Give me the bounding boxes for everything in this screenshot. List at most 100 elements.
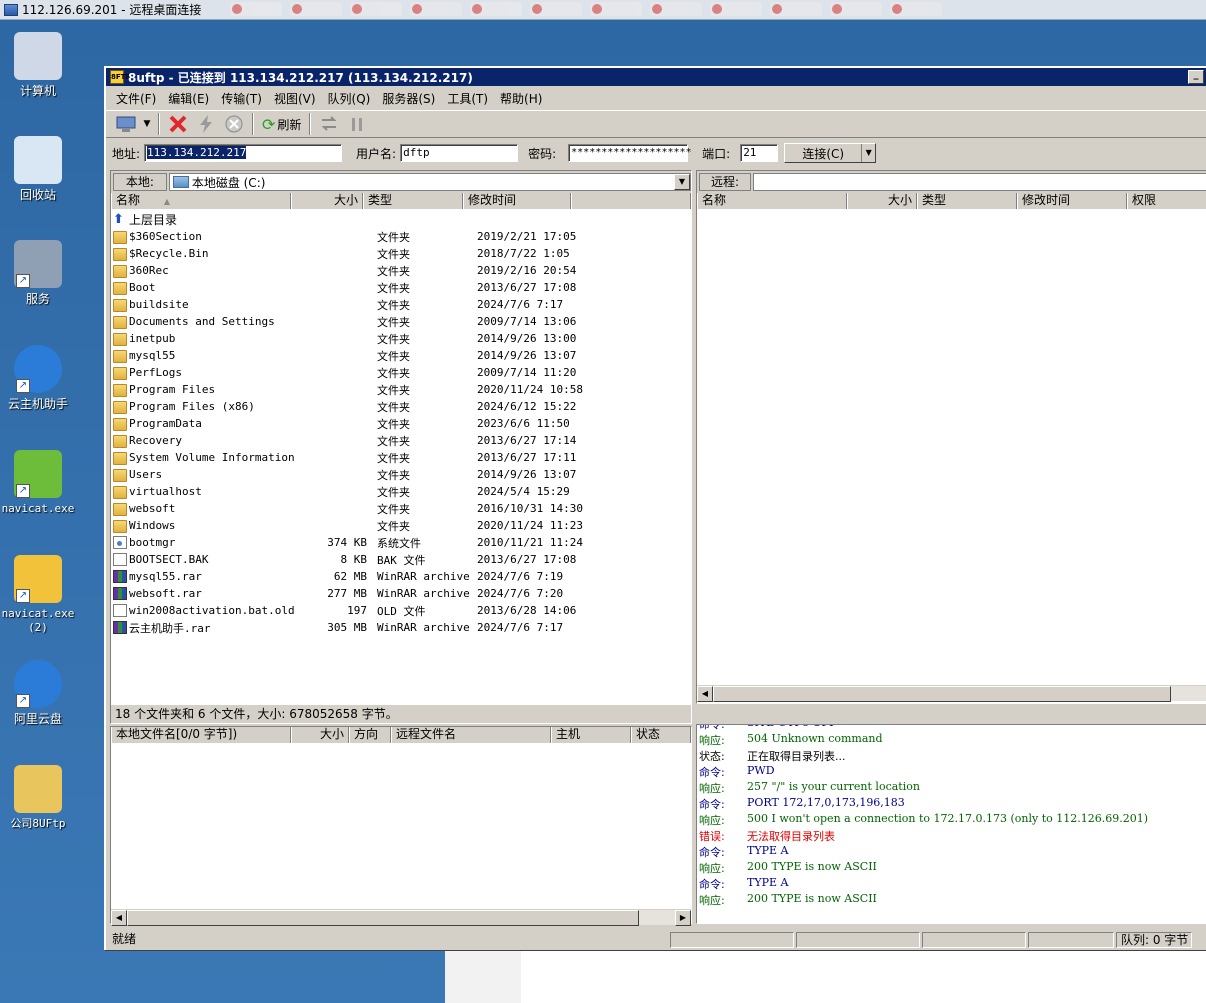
transfer-mode-button[interactable] (315, 112, 343, 136)
log-message: TYPE A (747, 876, 789, 889)
file-row[interactable]: Users 文件夹 2014/9/26 13:07 (113, 466, 597, 483)
col-remote-date[interactable]: 修改时间 (1017, 193, 1127, 209)
file-row[interactable]: Program Files (x86) 文件夹 2024/6/12 15:22 (113, 398, 597, 415)
desktop-icon[interactable]: 计算机 (0, 32, 76, 98)
desktop-icon[interactable]: ↗ navicat.exe (2) (0, 555, 76, 635)
file-row[interactable]: ProgramData 文件夹 2023/6/6 11:50 (113, 415, 597, 432)
menu-tools[interactable]: 工具(T) (441, 90, 494, 107)
password-input[interactable]: ******************** (568, 144, 692, 162)
col-queue-host[interactable]: 主机 (551, 727, 631, 743)
scroll-left-icon[interactable]: ◀ (111, 910, 127, 926)
toolbar-separator (252, 113, 254, 135)
file-row[interactable]: inetpub 文件夹 2014/9/26 13:00 (113, 330, 597, 347)
file-row[interactable]: virtualhost 文件夹 2024/5/4 15:29 (113, 483, 597, 500)
file-row[interactable]: System Volume Information 文件夹 2013/6/27 17… (113, 449, 597, 466)
menu-transfer[interactable]: 传输(T) (215, 90, 268, 107)
col-remote-size[interactable]: 大小 (847, 193, 917, 209)
file-row[interactable]: Boot 文件夹 2013/6/27 17:08 (113, 279, 597, 296)
log-kind: 响应: (699, 894, 725, 907)
file-row[interactable]: mysql55.rar 62 MB WinRAR archive 2024/7/6 7… (113, 568, 597, 585)
col-queue-remote[interactable]: 远程文件名 (391, 727, 551, 743)
file-row[interactable]: bootmgr 374 KB 系统文件 2010/11/21 11:24 (113, 534, 597, 551)
file-row[interactable]: Program Files 文件夹 2020/11/24 10:58 (113, 381, 597, 398)
desktop-icon[interactable]: ↗ 阿里云盘 (0, 660, 76, 726)
connect-button[interactable]: 连接(C) ▼ (784, 143, 877, 163)
chevron-down-icon[interactable]: ▼ (861, 144, 875, 162)
site-manager-button[interactable] (112, 112, 140, 136)
remote-pane: 远程: 名称 大小 类型 修改时间 权限 ◀ (696, 170, 1206, 704)
navicat-icon: ↗ (14, 450, 62, 498)
menu-edit[interactable]: 编辑(E) (162, 90, 215, 107)
file-row[interactable]: Windows 文件夹 2020/11/24 11:23 (113, 517, 597, 534)
col-date[interactable]: 修改时间 (463, 193, 571, 209)
menu-view[interactable]: 视图(V) (268, 90, 322, 107)
desktop-icon[interactable]: ↗ 服务 (0, 240, 76, 306)
stop-button[interactable] (220, 112, 248, 136)
file-row[interactable]: 360Rec 文件夹 2019/2/16 20:54 (113, 262, 597, 279)
col-remote-perm[interactable]: 权限 (1127, 193, 1206, 209)
drive-name: 本地磁盘 (C:) (191, 175, 266, 190)
chevron-down-icon[interactable]: ▼ (674, 174, 690, 190)
file-row[interactable]: Documents and Settings 文件夹 2009/7/14 13:06 (113, 313, 597, 330)
file-row[interactable]: buildsite 文件夹 2024/7/6 7:17 (113, 296, 597, 313)
scroll-thumb[interactable] (127, 910, 639, 926)
menu-server[interactable]: 服务器(S) (376, 90, 441, 107)
title-bar[interactable]: 8FTP 8uftp - 已连接到 113.134.212.217 (113.1… (106, 68, 1206, 86)
col-queue-status[interactable]: 状态 (631, 727, 691, 743)
status-cell (1028, 932, 1114, 948)
remote-path-input[interactable] (753, 173, 1206, 191)
col-remote-type[interactable]: 类型 (917, 193, 1017, 209)
menu-help[interactable]: 帮助(H) (494, 90, 548, 107)
desktop-icon[interactable]: ↗ navicat.exe (0, 450, 76, 516)
log-message: TYPE A (747, 844, 789, 857)
scroll-left-icon[interactable]: ◀ (697, 686, 713, 702)
port-input[interactable]: 21 (740, 144, 779, 162)
file-row[interactable]: websoft.rar 277 MB WinRAR archive 2024/7/6 … (113, 585, 597, 602)
col-queue-size[interactable]: 大小 (291, 727, 349, 743)
desktop-icon[interactable]: ↗ 云主机助手 (0, 345, 76, 411)
col-queue-local[interactable]: 本地文件名[0/0 字节]) (111, 727, 291, 743)
file-row[interactable]: mysql55 文件夹 2014/9/26 13:07 (113, 347, 597, 364)
col-remote-name[interactable]: 名称 (697, 193, 847, 209)
log-kind: 命令: (699, 724, 725, 731)
address-input[interactable]: 113.134.212.217 (144, 144, 343, 162)
quick-connect-button[interactable] (192, 112, 220, 136)
desktop-icon-label: 回收站 (19, 188, 56, 202)
file-size: 374 KB (327, 536, 367, 549)
menu-queue[interactable]: 队列(Q) (322, 90, 377, 107)
remote-hscroll[interactable]: ◀ (697, 685, 1206, 702)
site-manager-dropdown[interactable]: ▼ (140, 112, 154, 136)
col-type[interactable]: 类型 (363, 193, 463, 209)
col-name[interactable]: 名称 ▲ (111, 193, 291, 209)
refresh-button[interactable]: ⟳ 刷新 (258, 115, 305, 134)
file-row[interactable]: Recovery 文件夹 2013/6/27 17:14 (113, 432, 597, 449)
local-drive-select[interactable]: 本地磁盘 (C:) ▼ (168, 173, 691, 191)
file-row[interactable]: win2008activation.bat.old 197 OLD 文件 2013/6… (113, 602, 597, 619)
file-row[interactable]: PerfLogs 文件夹 2009/7/14 11:20 (113, 364, 597, 381)
menu-file[interactable]: 文件(F) (110, 90, 162, 107)
username-input[interactable]: dftp (400, 144, 519, 162)
file-row[interactable]: $Recycle.Bin 文件夹 2018/7/22 1:05 (113, 245, 597, 262)
col-queue-dir[interactable]: 方向 (349, 727, 391, 743)
parent-dir-row[interactable]: ⬆ 上层目录 (113, 211, 177, 228)
scroll-thumb[interactable] (713, 686, 1171, 702)
scroll-right-icon[interactable]: ▶ (675, 910, 691, 926)
pause-button[interactable] (343, 112, 371, 136)
file-row[interactable]: $360Section 文件夹 2019/2/21 17:05 (113, 228, 597, 245)
navicat-icon: ↗ (14, 555, 62, 603)
queue-hscroll[interactable]: ◀ ▶ (111, 909, 691, 926)
log-message: 正在取得目录列表... (747, 750, 846, 763)
file-row[interactable]: 云主机助手.rar 305 MB WinRAR archive 2024/7/6 7:… (113, 619, 597, 636)
desktop-icon[interactable]: 公司8UFtp (0, 765, 76, 831)
file-type: 文件夹 (377, 366, 410, 380)
file-row[interactable]: BOOTSECT.BAK 8 KB BAK 文件 2013/6/27 17:08 (113, 551, 597, 568)
file-row[interactable]: websoft 文件夹 2016/10/31 14:30 (113, 500, 597, 517)
file-date: 2024/7/6 7:20 (477, 587, 564, 600)
disconnect-button[interactable] (164, 112, 192, 136)
connection-bar: 地址: 113.134.212.217 用户名: dftp 密码: ******… (106, 140, 1206, 166)
desktop-icon[interactable]: 回收站 (0, 136, 76, 202)
col-size[interactable]: 大小 (291, 193, 363, 209)
log-entry: 命令: TYPE A (699, 844, 788, 860)
file-date: 2019/2/21 17:05 (477, 230, 577, 243)
minimize-button[interactable]: _ (1188, 70, 1204, 84)
